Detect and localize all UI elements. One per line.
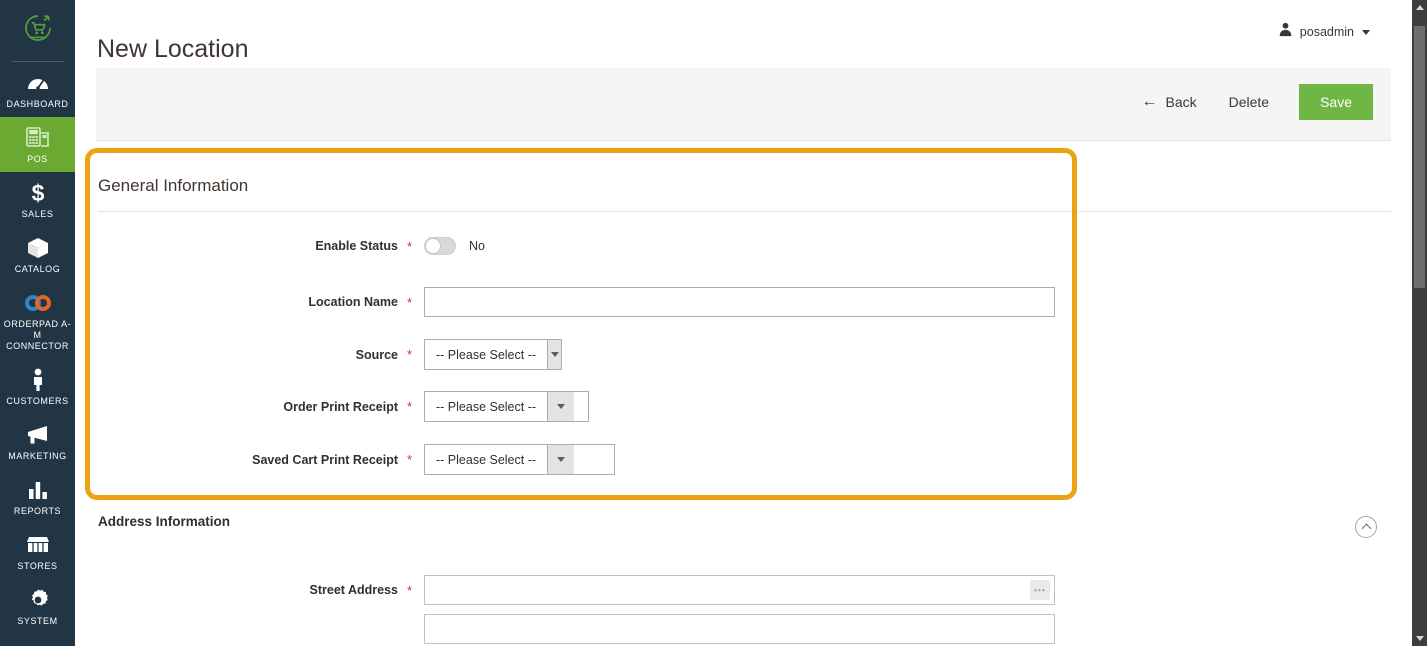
sidebar-item-label: CUSTOMERS: [6, 396, 69, 406]
action-toolbar: ← Back Delete Save: [96, 68, 1391, 141]
order-print-receipt-select-value: -- Please Select --: [436, 399, 537, 414]
sidebar-item-system[interactable]: SYSTEM: [0, 579, 75, 634]
page-title: New Location: [97, 34, 249, 63]
user-name: posadmin: [1299, 25, 1354, 39]
enable-status-label: Enable Status: [315, 239, 398, 253]
bar-chart-icon: [2, 477, 73, 503]
street-address-line2-input[interactable]: [424, 614, 1055, 644]
sidebar-item-orderpad-connector[interactable]: ORDERPAD A-M CONNECTOR: [0, 282, 75, 359]
saved-cart-print-receipt-select[interactable]: -- Please Select --: [424, 444, 615, 475]
pos-terminal-icon: [2, 125, 73, 151]
field-row-source: Source * -- Please Select --: [98, 339, 562, 370]
sidebar-item-label: CATALOG: [14, 264, 61, 274]
sidebar-item-label: DASHBOARD: [6, 99, 69, 109]
sidebar-item-marketing[interactable]: MARKETING: [0, 414, 75, 469]
sidebar-item-label: MARKETING: [8, 451, 67, 461]
toggle-knob: [425, 238, 441, 254]
field-row-enable-status: Enable Status * No: [98, 237, 485, 255]
application-window: DASHBOARD POS $ SALES CATALOG ORDERPAD A…: [0, 0, 1427, 646]
saved-cart-print-receipt-label: Saved Cart Print Receipt: [252, 452, 398, 467]
megaphone-icon: [2, 422, 73, 448]
user-menu[interactable]: posadmin: [1278, 22, 1370, 42]
chevron-down-icon[interactable]: [547, 340, 561, 369]
form-content: General Information Enable Status * No L…: [85, 141, 1391, 646]
required-marker: *: [407, 294, 413, 310]
gear-icon: [2, 587, 73, 613]
svg-text:$: $: [31, 181, 44, 205]
sidebar-item-label: POS: [27, 154, 48, 164]
storefront-icon: [2, 532, 73, 558]
shopping-cart-logo-icon: [23, 13, 53, 48]
location-name-input[interactable]: [424, 287, 1055, 317]
save-button[interactable]: Save: [1299, 84, 1373, 120]
section-divider: [98, 211, 1391, 212]
arrow-left-icon: ←: [1141, 93, 1158, 110]
main-sidebar: DASHBOARD POS $ SALES CATALOG ORDERPAD A…: [0, 0, 75, 646]
source-label: Source: [355, 347, 398, 362]
person-icon: [2, 367, 73, 393]
linked-rings-icon: [2, 290, 73, 316]
field-row-street-address-line2: [98, 614, 1055, 644]
address-information-collapse-toggle[interactable]: [1355, 516, 1377, 538]
toolbar-actions: ← Back Delete Save: [1125, 84, 1373, 120]
source-select[interactable]: -- Please Select --: [424, 339, 562, 370]
sidebar-item-label: ORDERPAD A-M CONNECTOR: [3, 319, 72, 351]
sidebar-item-sales[interactable]: $ SALES: [0, 172, 75, 227]
sidebar-item-dashboard[interactable]: DASHBOARD: [0, 62, 75, 117]
back-button-label: Back: [1165, 94, 1197, 110]
general-information-title: General Information: [98, 176, 249, 195]
admin-logo[interactable]: [0, 0, 75, 54]
field-row-street-address: Street Address * ⋯: [98, 575, 1055, 605]
enable-status-toggle[interactable]: [424, 237, 456, 255]
delete-button[interactable]: Delete: [1213, 85, 1285, 119]
sidebar-item-pos[interactable]: POS: [0, 117, 75, 172]
required-marker: *: [407, 347, 413, 362]
sidebar-item-customers[interactable]: CUSTOMERS: [0, 359, 75, 414]
sidebar-item-label: STORES: [17, 561, 58, 571]
address-information-title: Address Information: [98, 514, 231, 529]
required-marker: *: [407, 238, 413, 254]
source-select-value: -- Please Select --: [436, 347, 537, 362]
chevron-up-circle-icon: [1361, 523, 1371, 534]
required-marker: *: [407, 399, 413, 414]
field-row-location-name: Location Name *: [98, 287, 1055, 317]
sidebar-item-catalog[interactable]: CATALOG: [0, 227, 75, 282]
sidebar-item-label: SALES: [21, 209, 54, 219]
order-print-receipt-label: Order Print Receipt: [283, 399, 398, 414]
required-marker: *: [407, 452, 413, 467]
required-marker: *: [407, 582, 413, 598]
order-print-receipt-select[interactable]: -- Please Select --: [424, 391, 589, 422]
scroll-up-arrow-icon[interactable]: [1412, 0, 1427, 15]
page-header: New Location posadmin: [75, 0, 1412, 67]
chevron-down-icon[interactable]: [547, 445, 575, 474]
street-address-label: Street Address: [309, 583, 398, 597]
chevron-down-icon[interactable]: [547, 392, 575, 421]
sidebar-item-stores[interactable]: STORES: [0, 524, 75, 579]
ellipsis-icon[interactable]: ⋯: [1030, 580, 1050, 600]
sidebar-item-label: SYSTEM: [17, 616, 58, 626]
scroll-down-arrow-icon[interactable]: [1412, 631, 1427, 646]
caret-down-icon: [1362, 29, 1370, 35]
field-row-saved-cart-print-receipt: Saved Cart Print Receipt * -- Please Sel…: [98, 444, 615, 475]
page-scrollbar[interactable]: [1412, 0, 1427, 646]
enable-status-value: No: [469, 239, 485, 253]
sidebar-item-reports[interactable]: REPORTS: [0, 469, 75, 524]
delete-button-label: Delete: [1228, 94, 1270, 110]
street-address-line1-input[interactable]: [424, 575, 1055, 605]
dashboard-gauge-icon: [2, 70, 73, 96]
sidebar-item-label: REPORTS: [13, 506, 62, 516]
box-icon: [2, 235, 73, 261]
user-avatar-icon: [1278, 22, 1293, 42]
save-button-label: Save: [1320, 94, 1352, 110]
back-button[interactable]: ← Back: [1125, 85, 1212, 119]
saved-cart-print-receipt-select-value: -- Please Select --: [436, 452, 537, 467]
scrollbar-thumb[interactable]: [1414, 26, 1425, 288]
location-name-label: Location Name: [308, 295, 398, 309]
dollar-sign-icon: $: [2, 180, 73, 206]
field-row-order-print-receipt: Order Print Receipt * -- Please Select -…: [98, 391, 589, 422]
